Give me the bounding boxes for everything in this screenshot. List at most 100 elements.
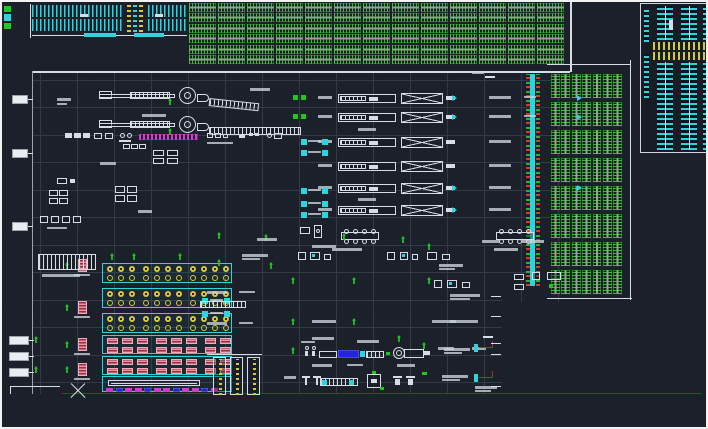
station-seat-icon — [176, 316, 182, 322]
pallet-rack-cell — [572, 158, 581, 182]
door-tag — [9, 352, 29, 361]
pallet-rack-cell — [334, 45, 361, 54]
pallet-rack-cell — [613, 158, 622, 182]
grid-column-line — [40, 72, 41, 394]
chair-icon — [508, 239, 513, 244]
flow-arrow-icon — [291, 318, 295, 325]
valve-label — [308, 189, 321, 191]
pallet-rack-cell — [421, 45, 448, 54]
machine-ribs — [340, 164, 366, 169]
machine-ribs — [340, 96, 366, 101]
flow-arrow-icon — [34, 366, 38, 373]
aisle-center-line — [689, 6, 690, 40]
conveyor-elbow — [197, 94, 209, 102]
door-tag-lead — [29, 372, 34, 373]
pallet-rack-cell — [479, 45, 506, 54]
cad-shape — [491, 316, 501, 317]
pallet-rack-cell — [247, 45, 274, 54]
pallet-rack-cell — [508, 55, 535, 64]
pallet-rack-cell — [276, 45, 303, 54]
dock-hatch-band — [148, 5, 186, 17]
cad-drawing-canvas[interactable] — [0, 0, 708, 429]
text-label-mark — [142, 114, 166, 117]
pallet-rack-cell — [392, 13, 419, 22]
pallet-rack-cell — [593, 74, 602, 98]
text-label-mark — [312, 245, 336, 248]
flow-arrow-icon — [352, 318, 356, 325]
valve-symbol — [322, 188, 328, 194]
dock-dash-column — [127, 4, 131, 32]
cad-shape — [462, 282, 470, 288]
pink-machine — [156, 359, 167, 365]
station-seat-icon — [118, 316, 124, 322]
pallet-rack-cell — [421, 3, 448, 12]
pink-machine — [122, 338, 133, 344]
cad-shape — [83, 133, 90, 138]
pallet-rack-cell — [305, 13, 332, 22]
pallet-rack-cell — [582, 186, 591, 210]
flow-rack-conveyor-strip — [530, 74, 535, 286]
right-pallet-rack-block — [551, 74, 625, 298]
pallet-rack-cell — [537, 3, 564, 12]
pallet-rack-cell — [218, 55, 245, 64]
cad-shape — [474, 344, 478, 352]
text-label-mark — [312, 364, 332, 367]
aisle-rack-column — [681, 6, 697, 40]
valve-label — [308, 202, 321, 204]
pallet-rack-cell — [276, 55, 303, 64]
station-seat-icon — [190, 266, 196, 272]
pink-machine — [156, 347, 167, 353]
finish-cell — [125, 388, 132, 392]
pallet-rack-cell — [189, 45, 216, 54]
area-label — [358, 198, 376, 201]
door-tag — [9, 368, 29, 377]
machine-row-note — [489, 186, 511, 189]
pallet-rack-cell — [218, 13, 245, 22]
wall-right-upper — [570, 2, 572, 72]
pallet-rack-cell — [479, 24, 506, 33]
cad-shape — [51, 216, 59, 223]
chair-icon — [344, 229, 349, 234]
station-circle-icon — [143, 275, 149, 281]
text-label-mark — [239, 322, 253, 324]
pallet-rack-cell — [593, 242, 602, 266]
pink-machine — [137, 347, 148, 353]
station-circle-icon — [118, 300, 124, 306]
cad-shape — [4, 6, 11, 12]
cad-shape — [115, 186, 125, 193]
pallet-rack-cell — [582, 158, 591, 182]
cad-shape — [322, 380, 327, 385]
conveyor-ribbed-section — [130, 92, 170, 99]
finish-cell — [106, 388, 113, 392]
cad-shape — [293, 95, 298, 100]
direction-marker-icon — [452, 207, 457, 213]
chair-icon — [371, 239, 376, 244]
pallet-rack-cell — [593, 186, 602, 210]
cad-shape — [387, 252, 395, 260]
pallet-rack-cell — [363, 45, 390, 54]
door-tag-lead — [29, 340, 34, 341]
pink-machine — [137, 359, 148, 365]
cad-shape — [408, 379, 413, 385]
cad-shape — [371, 379, 377, 383]
grid-row-line — [32, 245, 532, 246]
pink-machine — [205, 347, 216, 353]
pink-machine — [171, 338, 182, 344]
text-label-mark — [250, 88, 270, 91]
valve-symbol — [322, 150, 328, 156]
valve-symbol — [322, 212, 328, 218]
pallet-rack-cell — [561, 270, 570, 294]
pallet-rack-cell — [603, 270, 612, 294]
pallet-rack-cell — [561, 214, 570, 238]
text-label-mark — [439, 264, 463, 267]
cad-shape — [267, 133, 272, 138]
flow-arrow-icon — [132, 253, 136, 260]
station-seat-icon — [165, 266, 171, 272]
pink-machine — [122, 347, 133, 353]
flow-arrow-icon — [422, 342, 426, 349]
flow-arrow-icon — [65, 366, 69, 373]
cad-shape — [139, 144, 146, 149]
direction-marker-icon — [577, 95, 582, 101]
text-label-mark — [494, 248, 518, 251]
origin-marker-icon — [62, 382, 94, 400]
